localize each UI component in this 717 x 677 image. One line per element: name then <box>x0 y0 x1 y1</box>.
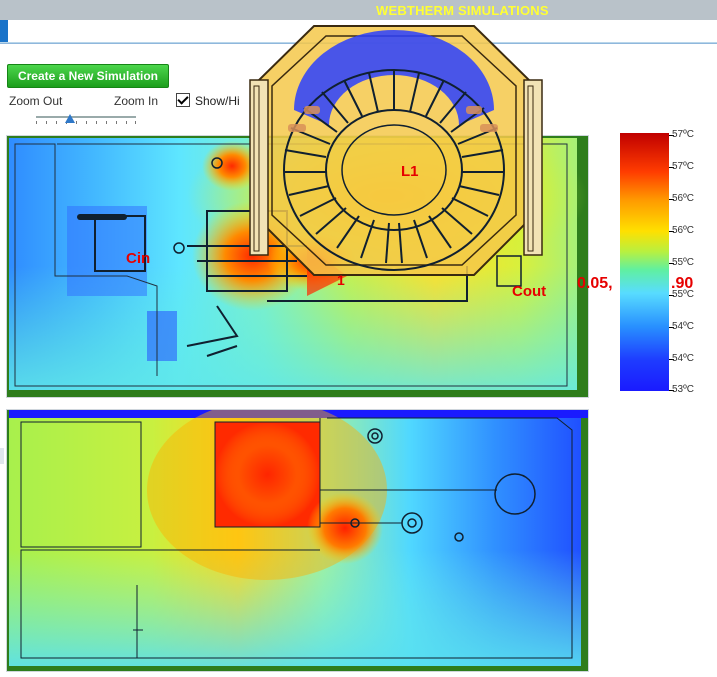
zoom-slider-track <box>36 116 136 118</box>
show-hide-toggle[interactable]: Show/Hi <box>176 93 240 108</box>
show-hide-checkbox[interactable] <box>176 93 190 107</box>
legend-label: 53ºC <box>672 384 694 395</box>
legend-label: 55ºC <box>672 257 694 268</box>
zoom-tick <box>126 121 127 124</box>
legend-label: 56ºC <box>672 193 694 204</box>
legend-label: 56ºC <box>672 225 694 236</box>
temperature-color-scale <box>620 133 669 391</box>
legend-label: 54ºC <box>672 321 694 332</box>
zoom-slider[interactable] <box>36 112 136 126</box>
zoom-tick <box>135 121 136 124</box>
zoom-in-label[interactable]: Zoom In <box>114 94 158 108</box>
zoom-out-label[interactable]: Zoom Out <box>9 94 62 108</box>
inductor-l1-overlay[interactable] <box>244 20 554 290</box>
title-bar: WEBTHERM SIMULATIONS <box>0 0 717 20</box>
zoom-tick <box>36 121 37 124</box>
zoom-tick <box>116 121 117 124</box>
label-l1: L1 <box>401 163 419 180</box>
show-hide-label: Show/Hi <box>195 94 240 108</box>
zoom-tick <box>76 121 77 124</box>
zoom-tick <box>96 121 97 124</box>
bottom-thermal-map <box>7 410 588 671</box>
bottom-thermal-view[interactable] <box>6 409 589 672</box>
zoom-tick <box>86 121 87 124</box>
zoom-tick <box>46 121 47 124</box>
label-cout: Cout <box>512 283 547 300</box>
app-title: WEBTHERM SIMULATIONS <box>376 3 549 18</box>
label-cin: Cin <box>126 250 151 267</box>
legend-label: 57ºC <box>672 129 694 140</box>
label-u1: 1 <box>337 272 345 288</box>
zoom-tick <box>106 121 107 124</box>
splitter-handle[interactable] <box>0 448 4 464</box>
legend-label: 55ºC <box>672 289 694 300</box>
create-new-simulation-button[interactable]: Create a New Simulation <box>7 64 169 88</box>
zoom-tick <box>56 121 57 124</box>
legend-label: 57ºC <box>672 161 694 172</box>
zoom-slider-thumb[interactable] <box>65 114 75 123</box>
legend-label: 54ºC <box>672 353 694 364</box>
active-tab-indicator[interactable] <box>0 20 8 42</box>
probe-readout-a: 0.05, <box>577 275 613 292</box>
